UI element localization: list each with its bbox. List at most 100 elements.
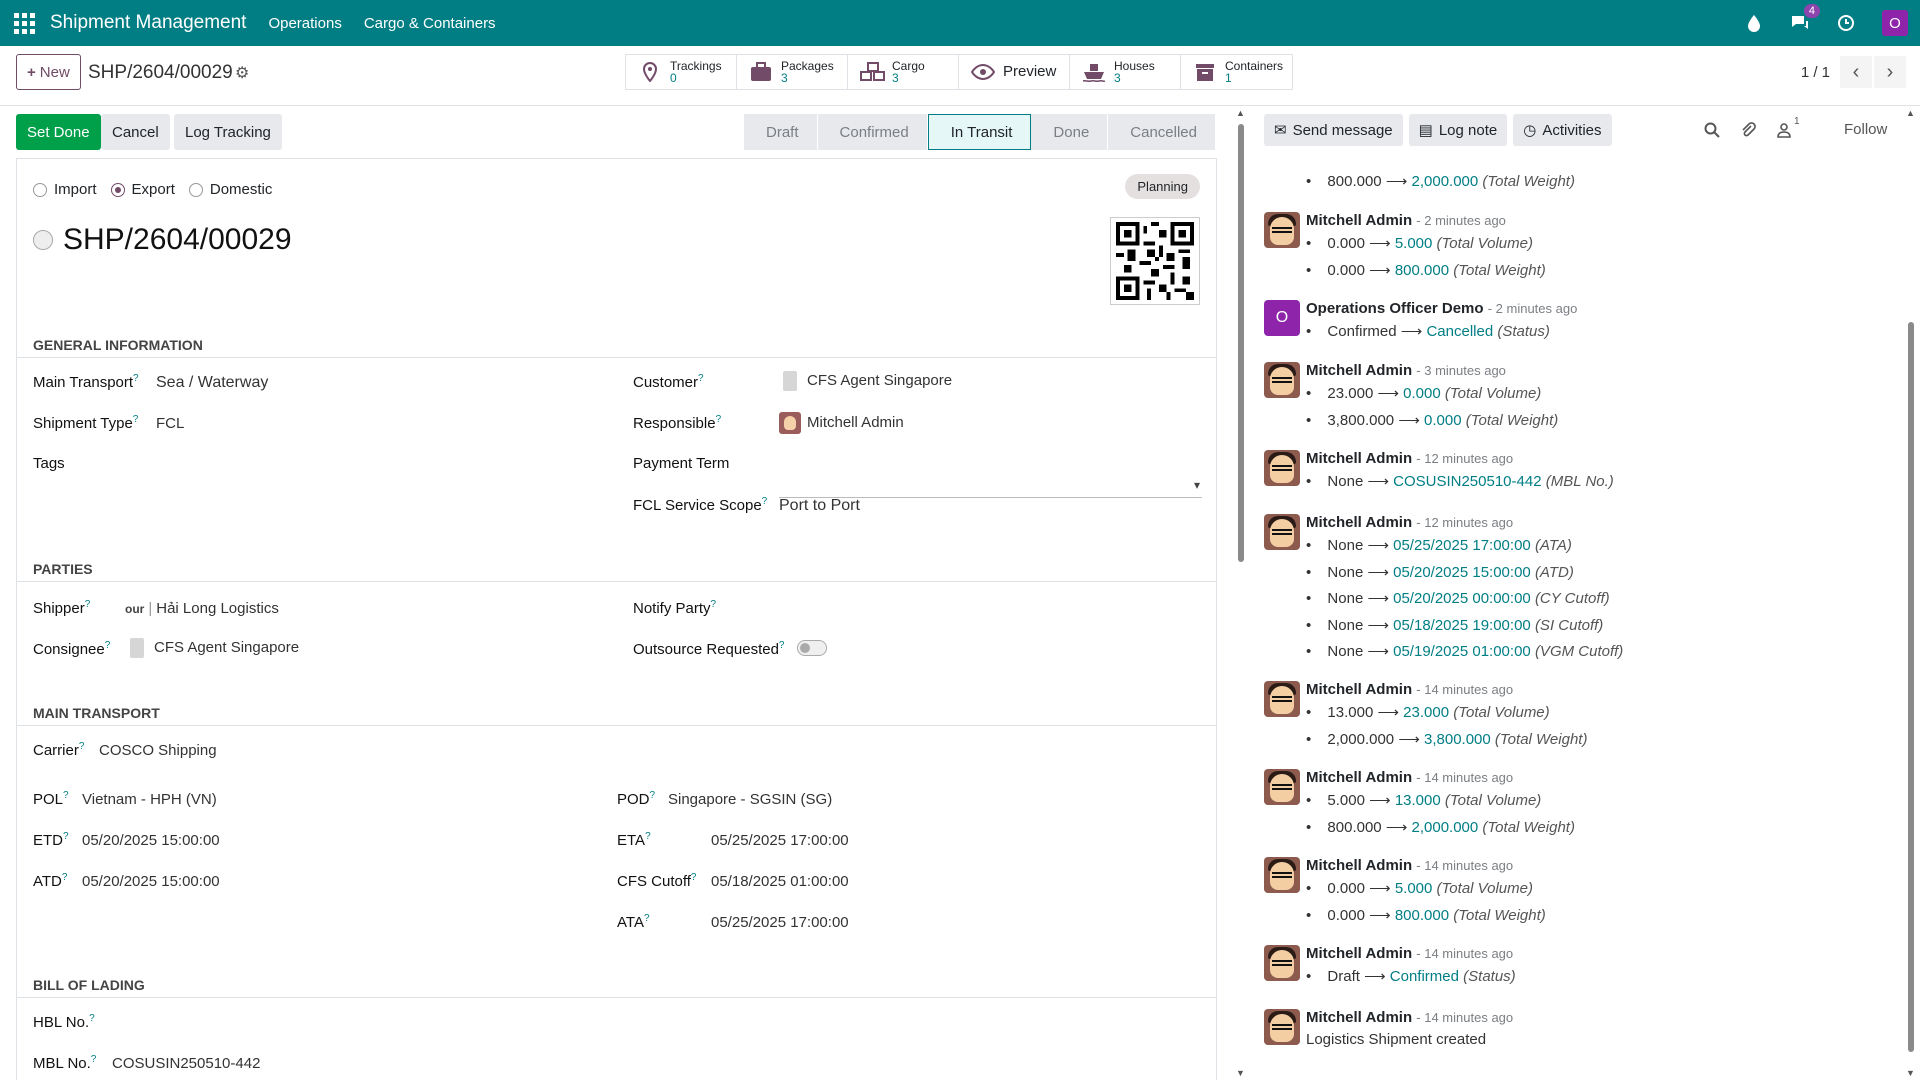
author-avatar[interactable] bbox=[1264, 362, 1300, 398]
message-change: • 2,000.000 ⟶ 3,800.000 (Total Weight) bbox=[1306, 730, 1588, 748]
author-avatar[interactable] bbox=[1264, 857, 1300, 893]
outsource-requested-toggle[interactable] bbox=[797, 640, 827, 656]
follow-button[interactable]: Follow bbox=[1844, 121, 1887, 138]
radio-domestic[interactable]: Domestic bbox=[188, 181, 273, 198]
followers-count: 1 bbox=[1794, 116, 1800, 127]
radio-domestic-label: Domestic bbox=[209, 181, 273, 198]
new-button[interactable]: + New bbox=[16, 54, 81, 90]
pol-field[interactable]: Vietnam - HPH (VN) bbox=[82, 791, 217, 808]
clock-icon[interactable] bbox=[1836, 13, 1856, 33]
smart-buttons: Trackings 0 Packages 3 Cargo 3 Preview Hous… bbox=[625, 54, 1293, 90]
preview-label: Preview bbox=[1003, 63, 1057, 80]
etd-field[interactable]: 05/20/2025 15:00:00 bbox=[82, 832, 220, 849]
log-note-button[interactable]: ▤ Log note bbox=[1408, 114, 1508, 146]
radio-export[interactable]: Export bbox=[110, 181, 175, 198]
droplet-icon[interactable] bbox=[1744, 13, 1764, 33]
search-icon[interactable] bbox=[1704, 122, 1720, 142]
responsible-field[interactable]: Mitchell Admin bbox=[779, 412, 904, 434]
log-tracking-button[interactable]: Log Tracking bbox=[174, 114, 282, 150]
smart-button-containers[interactable]: Containers 1 bbox=[1181, 55, 1292, 89]
send-message-label: Send message bbox=[1292, 121, 1393, 139]
author-avatar[interactable] bbox=[1264, 450, 1300, 486]
pager-value[interactable]: 1 / 1 bbox=[1801, 64, 1830, 81]
atd-label: ATD? bbox=[33, 872, 68, 890]
set-done-button[interactable]: Set Done bbox=[16, 114, 101, 150]
message-author: Mitchell Admin - 12 minutes ago bbox=[1306, 514, 1514, 531]
radio-import[interactable]: Import bbox=[33, 181, 97, 198]
page-title: SHP/2604/00029 bbox=[63, 223, 292, 256]
author-avatar[interactable] bbox=[1264, 681, 1300, 717]
author-avatar[interactable] bbox=[1264, 1009, 1300, 1045]
customer-field[interactable]: CFS Agent Singapore bbox=[783, 371, 952, 391]
eye-icon bbox=[970, 63, 996, 81]
stage-draft[interactable]: Draft bbox=[744, 114, 818, 150]
carrier-field[interactable]: COSCO Shipping bbox=[99, 742, 217, 759]
apps-menu-icon[interactable] bbox=[12, 11, 36, 35]
radio-import-dot[interactable] bbox=[33, 182, 47, 197]
payment-term-select[interactable] bbox=[779, 476, 1202, 498]
user-avatar[interactable]: O bbox=[1882, 10, 1908, 36]
menu-cargo-containers[interactable]: Cargo & Containers bbox=[364, 15, 496, 32]
smart-button-packages[interactable]: Packages 3 bbox=[737, 55, 848, 89]
author-avatar[interactable] bbox=[1264, 212, 1300, 248]
author-avatar[interactable] bbox=[1264, 514, 1300, 550]
cfs-cutoff-field[interactable]: 05/18/2025 01:00:00 bbox=[711, 873, 849, 890]
message-change: • None ⟶ 05/19/2025 01:00:00 (VGM Cutoff… bbox=[1306, 643, 1624, 660]
container-icon bbox=[1193, 62, 1217, 82]
activities-button[interactable]: ◷ Activities bbox=[1513, 114, 1612, 146]
pager-previous-button[interactable]: ‹ bbox=[1840, 56, 1872, 88]
atd-field[interactable]: 05/20/2025 15:00:00 bbox=[82, 873, 220, 890]
shipment-type-field[interactable]: FCL bbox=[156, 415, 184, 432]
new-label: New bbox=[39, 63, 70, 81]
scroll-up-icon[interactable]: ▲ bbox=[1236, 108, 1245, 118]
author-avatar[interactable] bbox=[1264, 945, 1300, 981]
author-avatar[interactable] bbox=[1264, 769, 1300, 805]
scroll-up-icon[interactable]: ▲ bbox=[1906, 108, 1915, 118]
cancel-button[interactable]: Cancel bbox=[101, 114, 170, 150]
gear-icon[interactable]: ⚙ bbox=[235, 63, 249, 83]
stage-confirmed[interactable]: Confirmed bbox=[817, 114, 928, 150]
smart-button-houses[interactable]: Houses 3 bbox=[1070, 55, 1181, 89]
menu-operations[interactable]: Operations bbox=[268, 15, 341, 32]
smart-button-cargo[interactable]: Cargo 3 bbox=[848, 55, 959, 89]
responsible-label: Responsible? bbox=[633, 414, 722, 432]
package-icon bbox=[749, 62, 773, 82]
ata-field[interactable]: 05/25/2025 17:00:00 bbox=[711, 914, 849, 931]
form-sheet: Import Export Domestic Planning SHP/2604… bbox=[16, 158, 1217, 1080]
main-transport-field[interactable]: Sea / Waterway bbox=[156, 374, 268, 392]
partner-icon bbox=[130, 638, 144, 658]
stage-done[interactable]: Done bbox=[1031, 114, 1109, 150]
scroll-down-icon[interactable]: ▼ bbox=[1236, 1068, 1245, 1078]
form-scrollbar-thumb[interactable] bbox=[1238, 124, 1244, 562]
message-body: Logistics Shipment created bbox=[1306, 1031, 1487, 1048]
stage-cancelled[interactable]: Cancelled bbox=[1108, 114, 1216, 150]
stage-in-transit[interactable]: In Transit bbox=[927, 114, 1032, 150]
chat-icon[interactable]: 4 bbox=[1790, 4, 1820, 33]
activities-label: Activities bbox=[1542, 121, 1602, 139]
smart-button-trackings[interactable]: Trackings 0 bbox=[626, 55, 737, 89]
fcl-service-scope-field[interactable]: Port to Port bbox=[779, 497, 860, 515]
radio-domestic-dot[interactable] bbox=[188, 182, 203, 197]
consignee-field[interactable]: CFS Agent Singapore bbox=[130, 638, 299, 658]
form-scrollbar[interactable]: ▲ ▼ bbox=[1236, 108, 1246, 1080]
paperclip-icon[interactable] bbox=[1740, 122, 1756, 142]
chatter-scrollbar-thumb[interactable] bbox=[1908, 322, 1914, 1052]
priority-toggle[interactable] bbox=[33, 230, 53, 250]
followers-icon[interactable]: 1 bbox=[1776, 116, 1800, 142]
fcl-service-scope-label: FCL Service Scope? bbox=[633, 496, 768, 514]
chatter-scrollbar[interactable]: ▲ ▼ bbox=[1906, 108, 1916, 1080]
app-brand[interactable]: Shipment Management bbox=[50, 12, 246, 34]
send-message-button[interactable]: ✉ Send message bbox=[1264, 114, 1403, 146]
message-change: • None ⟶ 05/18/2025 19:00:00 (SI Cutoff) bbox=[1306, 616, 1604, 634]
author-avatar[interactable]: O bbox=[1264, 300, 1300, 336]
message-author: Mitchell Admin - 14 minutes ago bbox=[1306, 769, 1514, 786]
mbl-field[interactable]: COSUSIN250510-442 bbox=[112, 1055, 260, 1072]
pod-field[interactable]: Singapore - SGSIN (SG) bbox=[668, 791, 832, 808]
shipper-field[interactable]: our | Hải Long Logistics bbox=[125, 600, 279, 617]
eta-field[interactable]: 05/25/2025 17:00:00 bbox=[711, 832, 849, 849]
smart-button-preview[interactable]: Preview bbox=[959, 55, 1070, 89]
message-author: Mitchell Admin - 14 minutes ago bbox=[1306, 945, 1514, 962]
radio-export-dot[interactable] bbox=[110, 182, 125, 197]
pager-next-button[interactable]: › bbox=[1874, 56, 1906, 88]
scroll-down-icon[interactable]: ▼ bbox=[1906, 1068, 1915, 1078]
